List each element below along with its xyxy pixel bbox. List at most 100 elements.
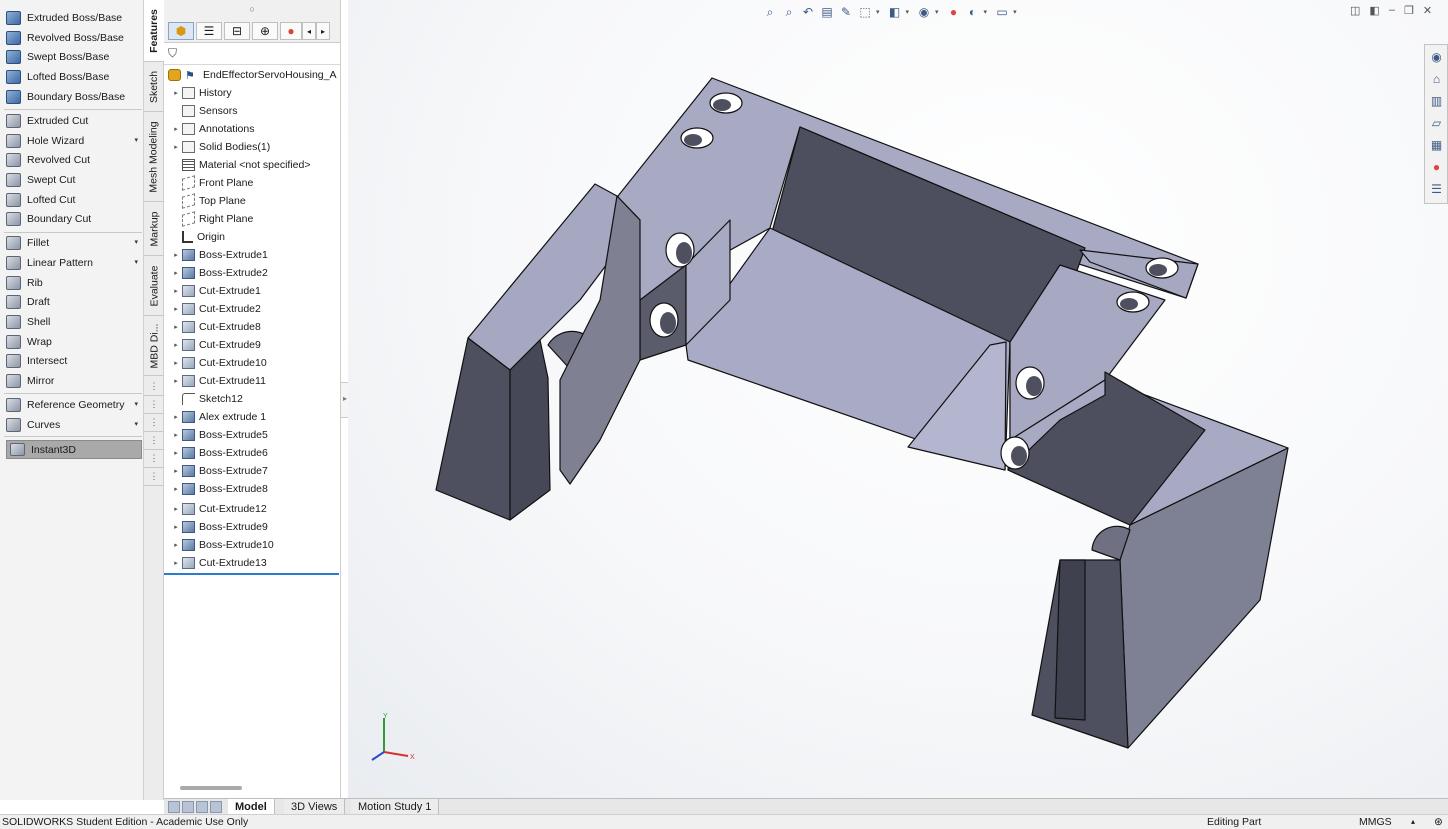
wrap-button[interactable]: Wrap: [6, 333, 142, 351]
chevron-down-icon[interactable]: ▾: [906, 8, 910, 16]
chevron-down-icon[interactable]: ▾: [134, 258, 138, 266]
zoom-to-fit-icon[interactable]: ⌕: [762, 4, 778, 20]
expand-arrow-icon[interactable]: ▸: [170, 89, 182, 97]
filter-icon[interactable]: ⛉: [168, 46, 177, 61]
instant3d-button[interactable]: Instant3D: [6, 440, 142, 459]
chevron-down-icon[interactable]: ▾: [935, 8, 939, 16]
chevron-up-icon[interactable]: ▴: [1411, 815, 1415, 829]
tab-overflow[interactable]: ⋮: [144, 378, 164, 396]
expand-arrow-icon[interactable]: ▸: [170, 341, 182, 349]
mirror-button[interactable]: Mirror: [6, 372, 142, 390]
tab-mbd-dimensions[interactable]: MBD Di...: [144, 316, 164, 376]
tree-node[interactable]: ▸ Cut-Extrude11: [170, 372, 266, 390]
tree-node[interactable]: ▸ Solid Bodies(1): [170, 138, 270, 156]
shell-button[interactable]: Shell: [6, 313, 142, 331]
tree-node[interactable]: ▸ Cut-Extrude12: [170, 500, 267, 518]
chevron-right-icon[interactable]: ▸: [316, 22, 330, 40]
tab-overflow[interactable]: ⋮: [144, 414, 164, 432]
chevron-down-icon[interactable]: ▾: [876, 8, 880, 16]
expand-arrow-icon[interactable]: ▸: [170, 323, 182, 331]
tile-icon[interactable]: ◫: [1350, 4, 1360, 17]
tree-node[interactable]: Material <not specified>: [170, 156, 310, 174]
tree-node[interactable]: ▸ Cut-Extrude8: [170, 318, 261, 336]
lofted-cut-button[interactable]: Lofted Cut: [6, 191, 142, 209]
home-icon[interactable]: ⌂: [1428, 70, 1445, 87]
tree-node[interactable]: ▸ Cut-Extrude10: [170, 354, 267, 372]
tree-node[interactable]: ▸ Boss-Extrude10: [170, 536, 274, 554]
tree-node[interactable]: ▸ Annotations: [170, 120, 254, 138]
rib-button[interactable]: Rib: [6, 274, 142, 292]
curves-button[interactable]: Curves ▾: [6, 416, 142, 434]
previous-view-icon[interactable]: ↶: [800, 4, 816, 20]
tree-node[interactable]: ▸ Boss-Extrude2: [170, 264, 268, 282]
expand-arrow-icon[interactable]: ▸: [170, 431, 182, 439]
expand-arrow-icon[interactable]: ▸: [170, 251, 182, 259]
tree-node[interactable]: Right Plane: [170, 210, 253, 228]
restore-icon[interactable]: ❐: [1404, 4, 1414, 17]
featuremanager-tab-icon[interactable]: ⬢: [168, 22, 194, 40]
graphics-area[interactable]: ⌕ ⌕ ↶ ▤ ✎ ⬚ ▾ ◧ ▾ ◉ ▾ ● ◐ ▾ ▭ ▾ ◫ ◧ – ❐ ✕ ◉ ⌂…: [348, 0, 1448, 798]
expand-arrow-icon[interactable]: ▸: [170, 449, 182, 457]
reference-geometry-button[interactable]: Reference Geometry ▾: [6, 396, 142, 414]
expand-arrow-icon[interactable]: ▸: [170, 559, 182, 567]
revolved-boss-button[interactable]: Revolved Boss/Base: [6, 29, 142, 47]
close-icon[interactable]: ✕: [1423, 4, 1432, 17]
expand-arrow-icon[interactable]: ▸: [170, 287, 182, 295]
file-explorer-icon[interactable]: ▱: [1428, 114, 1445, 131]
expand-arrow-icon[interactable]: ▸: [170, 359, 182, 367]
split-icon[interactable]: ◧: [1369, 4, 1379, 17]
revolved-cut-button[interactable]: Revolved Cut: [6, 151, 142, 169]
expand-arrow-icon[interactable]: ▸: [170, 269, 182, 277]
tree-node[interactable]: ▸ Cut-Extrude1: [170, 282, 261, 300]
tab-motion-study[interactable]: Motion Study 1: [351, 799, 440, 815]
chevron-down-icon[interactable]: ▾: [134, 420, 138, 428]
last-tab-icon[interactable]: [210, 801, 222, 813]
expand-arrow-icon[interactable]: ▸: [170, 377, 182, 385]
tab-features[interactable]: Features: [144, 0, 164, 62]
tree-node[interactable]: Origin: [170, 228, 225, 246]
view-palette-icon[interactable]: ▦: [1428, 136, 1445, 153]
unit-system[interactable]: MMGS: [1359, 815, 1392, 829]
dynamic-annotation-icon[interactable]: ✎: [838, 4, 854, 20]
apply-scene-icon[interactable]: ◐: [965, 4, 981, 20]
boundary-cut-button[interactable]: Boundary Cut: [6, 210, 142, 228]
zoom-to-area-icon[interactable]: ⌕: [781, 4, 797, 20]
tree-node[interactable]: ▸ Boss-Extrude9: [170, 518, 268, 536]
tree-node[interactable]: ▸ Boss-Extrude7: [170, 462, 268, 480]
tree-node[interactable]: ▸ Cut-Extrude9: [170, 336, 261, 354]
configurationmanager-tab-icon[interactable]: ⊟: [224, 22, 250, 40]
help-icon[interactable]: ⊛: [1434, 815, 1443, 829]
appearances-icon[interactable]: ●: [1428, 158, 1445, 175]
panel-grip[interactable]: ○: [164, 0, 340, 20]
expand-arrow-icon[interactable]: ▸: [170, 523, 182, 531]
chevron-down-icon[interactable]: ▾: [134, 238, 138, 246]
tree-node[interactable]: Top Plane: [170, 192, 246, 210]
propertymanager-tab-icon[interactable]: ☰: [196, 22, 222, 40]
swept-cut-button[interactable]: Swept Cut: [6, 171, 142, 189]
next-tab-icon[interactable]: [196, 801, 208, 813]
expand-arrow-icon[interactable]: ▸: [170, 485, 182, 493]
tree-root[interactable]: ⚑ EndEffectorServoHousing_A: [168, 66, 336, 84]
tab-overflow[interactable]: ⋮: [144, 468, 164, 486]
tree-node[interactable]: ▸ Boss-Extrude6: [170, 444, 268, 462]
extruded-cut-button[interactable]: Extruded Cut: [6, 112, 142, 130]
hole-wizard-button[interactable]: Hole Wizard ▾: [6, 132, 142, 150]
tree-node[interactable]: ▸ Alex extrude 1: [170, 408, 266, 426]
expand-arrow-icon[interactable]: ▸: [170, 467, 182, 475]
tab-overflow[interactable]: ⋮: [144, 450, 164, 468]
horizontal-scrollbar[interactable]: [180, 786, 242, 790]
chevron-down-icon[interactable]: ▾: [1013, 8, 1017, 16]
lofted-boss-button[interactable]: Lofted Boss/Base: [6, 68, 142, 86]
display-manager-tab-icon[interactable]: ●: [280, 22, 302, 40]
chevron-down-icon[interactable]: ▾: [134, 400, 138, 408]
expand-arrow-icon[interactable]: ▸: [170, 541, 182, 549]
intersect-button[interactable]: Intersect: [6, 352, 142, 370]
hide-show-items-icon[interactable]: ◉: [916, 4, 932, 20]
rollback-bar[interactable]: [164, 573, 339, 575]
expand-arrow-icon[interactable]: ▸: [170, 413, 182, 421]
display-style-icon[interactable]: ◧: [887, 4, 903, 20]
tree-node[interactable]: Sensors: [170, 102, 238, 120]
draft-button[interactable]: Draft: [6, 293, 142, 311]
tab-overflow[interactable]: ⋮: [144, 396, 164, 414]
view-settings-icon[interactable]: ▭: [994, 4, 1010, 20]
